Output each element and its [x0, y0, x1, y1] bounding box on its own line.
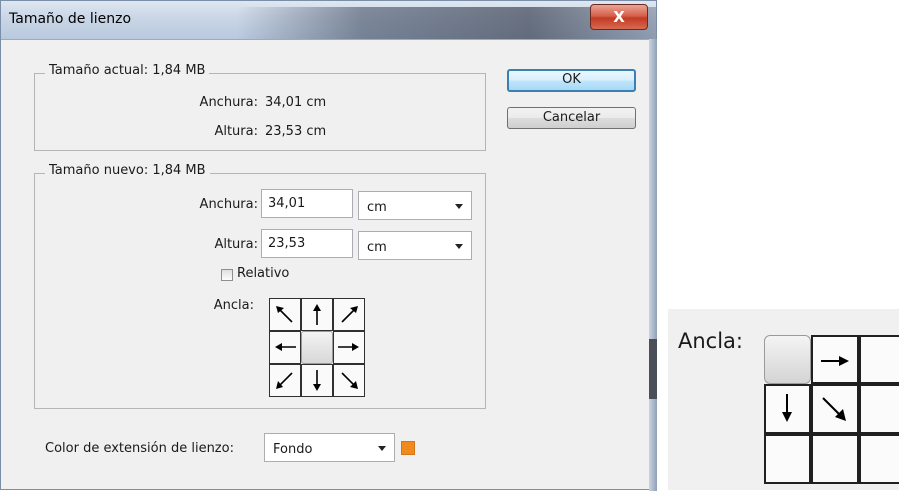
- arrow-w-icon: [275, 343, 296, 351]
- new-width-input[interactable]: 34,01: [261, 189, 353, 218]
- new-size-legend: Tamaño nuevo: 1,84 MB: [45, 163, 210, 178]
- zoom-anchor-top-right[interactable]: [859, 335, 899, 384]
- anchor-bottom-right[interactable]: [333, 364, 365, 397]
- zoom-anchor-bottom-left[interactable]: [764, 434, 811, 484]
- window-title: Tamaño de lienzo: [9, 11, 132, 27]
- canvas-size-dialog: Tamaño de lienzo X Tamaño actual: 1,84 M…: [0, 0, 657, 491]
- close-button[interactable]: X: [590, 4, 648, 30]
- zoom-anchor-bottom[interactable]: [811, 434, 859, 484]
- extension-color-value: Fondo: [273, 442, 313, 457]
- zoom-anchor-left[interactable]: [764, 384, 811, 434]
- current-width-value: 34,01 cm: [265, 95, 327, 110]
- arrow-s-icon: [782, 394, 792, 422]
- ok-button[interactable]: OK: [507, 69, 636, 92]
- anchor-bottom-left[interactable]: [269, 364, 301, 397]
- arrow-se-icon: [341, 372, 358, 389]
- anchor-center[interactable]: [301, 331, 333, 364]
- arrow-sw-icon: [276, 372, 293, 389]
- arrow-nw-icon: [276, 306, 293, 323]
- chevron-down-icon[interactable]: [378, 446, 386, 451]
- width-unit-value: cm: [367, 200, 387, 215]
- zoom-anchor-top[interactable]: [811, 335, 859, 384]
- arrow-ne-icon: [341, 306, 358, 323]
- new-width-label: Anchura:: [199, 197, 258, 212]
- close-icon[interactable]: X: [613, 8, 625, 26]
- height-unit-value: cm: [367, 240, 387, 255]
- zoom-anchor-bottom-right[interactable]: [859, 434, 899, 484]
- extension-color-swatch[interactable]: [401, 441, 415, 455]
- anchor-top-left[interactable]: [269, 298, 301, 331]
- arrow-e-icon: [821, 356, 849, 366]
- anchor-left[interactable]: [269, 331, 301, 364]
- extension-color-select[interactable]: Fondo: [264, 433, 395, 462]
- arrow-se-icon: [822, 397, 846, 421]
- arrow-s-icon: [313, 370, 321, 391]
- new-height-label: Altura:: [214, 237, 258, 252]
- title-bar[interactable]: Tamaño de lienzo X: [1, 1, 656, 40]
- zoom-anchor-center[interactable]: [811, 384, 859, 434]
- anchor-top[interactable]: [301, 298, 333, 331]
- relative-label[interactable]: Relativo: [237, 266, 289, 281]
- current-size-group: [34, 73, 486, 151]
- arrow-e-icon: [338, 343, 359, 351]
- zoom-anchor-right[interactable]: [859, 384, 899, 434]
- anchor-label: Ancla:: [213, 298, 254, 313]
- window-frame-edge: [649, 39, 657, 491]
- current-size-legend: Tamaño actual: 1,84 MB: [45, 63, 210, 78]
- new-height-input[interactable]: 23,53: [261, 229, 353, 258]
- anchor-right[interactable]: [333, 331, 365, 364]
- cancel-button[interactable]: Cancelar: [507, 107, 636, 129]
- zoom-anchor-label: Ancla:: [678, 329, 743, 353]
- arrow-n-icon: [313, 304, 321, 325]
- current-width-label: Anchura:: [199, 95, 258, 110]
- relative-checkbox[interactable]: [221, 269, 233, 281]
- current-height-label: Altura:: [214, 124, 258, 139]
- current-height-value: 23,53 cm: [265, 124, 327, 139]
- anchor-bottom[interactable]: [301, 364, 333, 397]
- anchor-zoom-inset: Ancla:: [668, 309, 899, 490]
- zoom-anchor-top-left[interactable]: [764, 335, 811, 384]
- anchor-top-right[interactable]: [333, 298, 365, 331]
- anchor-grid: [269, 298, 365, 397]
- extension-color-label: Color de extensión de lienzo:: [45, 441, 234, 456]
- chevron-down-icon[interactable]: [455, 244, 463, 249]
- chevron-down-icon[interactable]: [455, 204, 463, 209]
- height-unit-select[interactable]: cm: [358, 231, 472, 260]
- width-unit-select[interactable]: cm: [358, 191, 472, 220]
